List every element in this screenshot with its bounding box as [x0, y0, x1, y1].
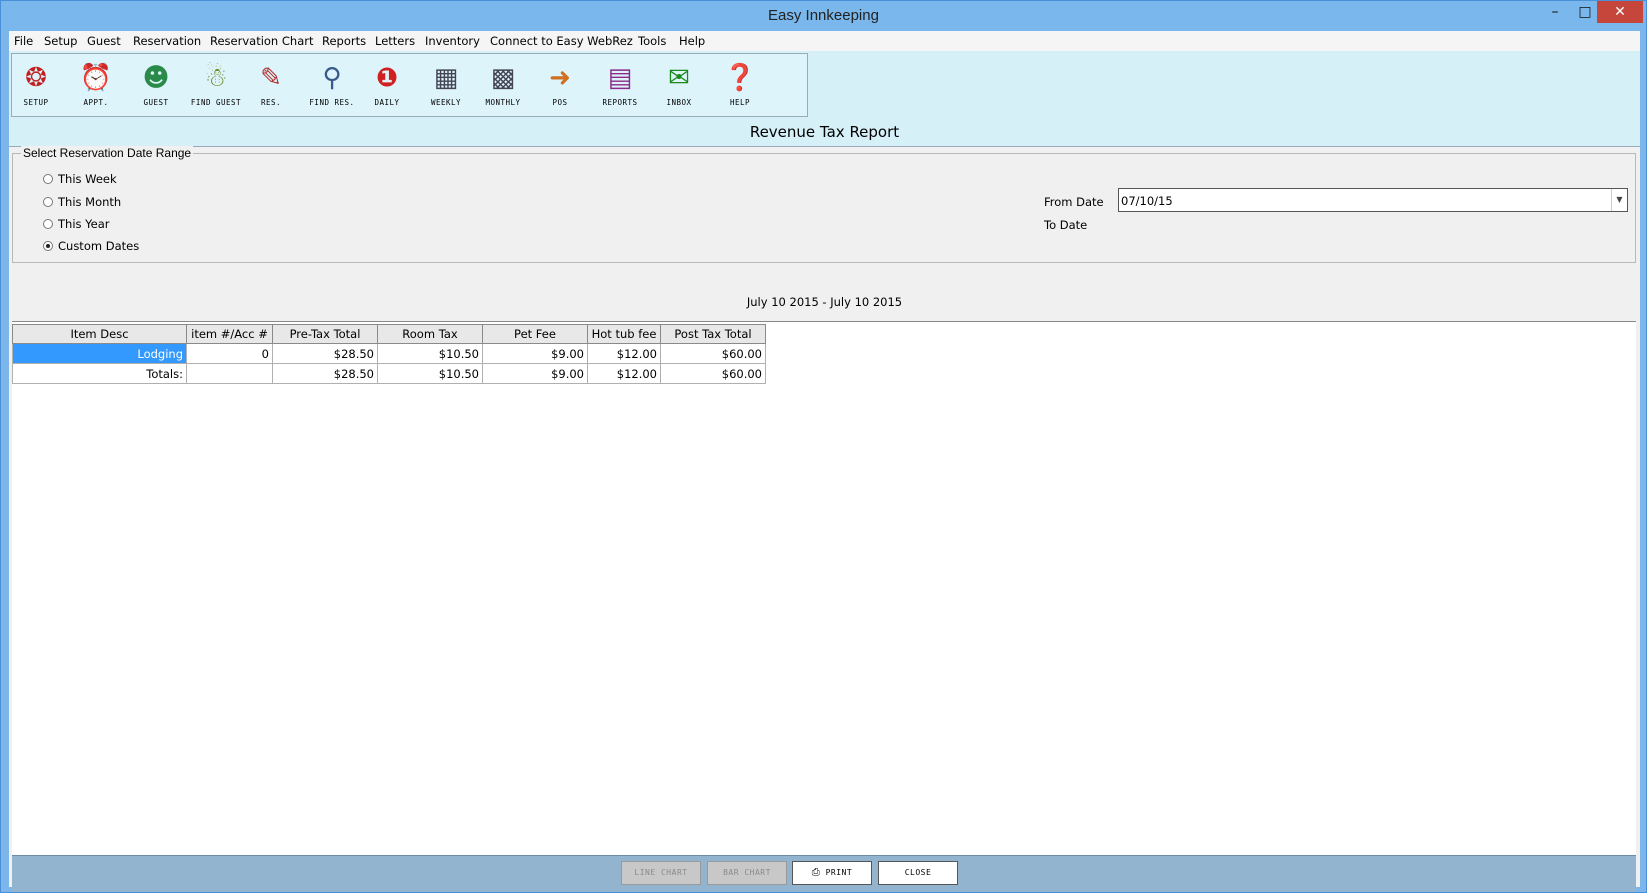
- guest-icon: ☻: [142, 63, 170, 93]
- table-cell[interactable]: $12.00: [587, 343, 661, 364]
- report-grid: Item Desc item #/Acc # Pre-Tax Total Roo…: [12, 321, 1636, 856]
- find-reservation-icon: ⚲: [322, 63, 342, 93]
- table-cell[interactable]: $10.50: [377, 343, 483, 364]
- reports-chart-icon: ▤: [607, 63, 633, 93]
- radio-indicator: [43, 174, 53, 184]
- column-header[interactable]: item #/Acc #: [186, 324, 273, 344]
- close-button[interactable]: CLOSE: [878, 861, 958, 885]
- close-window-icon[interactable]: ✕: [1597, 1, 1643, 23]
- client-area: File Setup Guest Reservation Reservation…: [9, 31, 1640, 892]
- guest-button[interactable]: ☻ GUEST: [126, 58, 186, 112]
- from-date-label: From Date: [1044, 195, 1104, 209]
- printer-icon: ⎙: [811, 867, 821, 878]
- window-title: Easy Innkeeping: [768, 7, 879, 24]
- revenue-tax-table: Item Desc item #/Acc # Pre-Tax Total Roo…: [12, 324, 766, 384]
- menu-letters[interactable]: Letters: [375, 34, 415, 48]
- date-range-text: July 10 2015 - July 10 2015: [746, 295, 903, 309]
- toolbar-buttons: ❂ SETUP ⏰ APPT. ☻ GUEST ☃ FIND GUEST ✎ R…: [11, 53, 808, 117]
- monthly-calendar-icon: ▩: [490, 63, 516, 93]
- table-row[interactable]: Lodging 0 $28.50 $10.50 $9.00 $12.00 $60…: [12, 343, 766, 364]
- pos-button[interactable]: ➜ POS: [530, 58, 590, 112]
- menu-bar: File Setup Guest Reservation Reservation…: [9, 31, 1640, 51]
- table-cell[interactable]: $28.50: [272, 363, 378, 384]
- maximize-icon[interactable]: □: [1571, 1, 1599, 23]
- pos-door-icon: ➜: [549, 63, 571, 93]
- find-guest-icon: ☃: [204, 63, 228, 93]
- table-cell[interactable]: Totals:: [12, 363, 187, 384]
- bar-chart-button[interactable]: BAR CHART: [707, 861, 787, 885]
- column-header[interactable]: Room Tax: [377, 324, 483, 344]
- print-button[interactable]: ⎙ PRINT: [792, 861, 872, 885]
- monthly-button[interactable]: ▩ MONTHLY: [473, 58, 533, 112]
- menu-help[interactable]: Help: [679, 34, 705, 48]
- radio-indicator: [43, 219, 53, 229]
- menu-tools[interactable]: Tools: [638, 34, 666, 48]
- table-cell[interactable]: $12.00: [587, 363, 661, 384]
- radio-custom-dates[interactable]: Custom Dates: [43, 239, 139, 253]
- find-guest-button[interactable]: ☃ FIND GUEST: [186, 58, 246, 112]
- email-inbox-icon: ✉: [668, 63, 690, 93]
- reservation-button[interactable]: ✎ RES.: [241, 58, 301, 112]
- table-cell[interactable]: $60.00: [660, 343, 766, 364]
- menu-guest[interactable]: Guest: [87, 34, 121, 48]
- app-window: Easy Innkeeping – □ ✕ File Setup Guest R…: [0, 0, 1647, 893]
- reports-button[interactable]: ▤ REPORTS: [590, 58, 650, 112]
- find-reservation-button[interactable]: ⚲ FIND RES.: [302, 58, 362, 112]
- weekly-calendar-icon: ▦: [433, 63, 459, 93]
- chevron-down-icon[interactable]: ▼: [1611, 189, 1627, 211]
- action-bar: LINE CHART BAR CHART ⎙ PRINT CLOSE: [12, 855, 1636, 892]
- table-cell[interactable]: $28.50: [272, 343, 378, 364]
- column-header[interactable]: Pre-Tax Total: [272, 324, 378, 344]
- table-cell[interactable]: Lodging: [12, 343, 187, 364]
- radio-this-week[interactable]: This Week: [43, 172, 117, 186]
- inbox-button[interactable]: ✉ INBOX: [649, 58, 709, 112]
- reservation-icon: ✎: [260, 63, 282, 93]
- help-button[interactable]: ❓ HELP: [710, 58, 770, 112]
- column-header[interactable]: Pet Fee: [482, 324, 588, 344]
- table-cell[interactable]: $60.00: [660, 363, 766, 384]
- report-title: Revenue Tax Report: [749, 123, 900, 141]
- daily-button[interactable]: ❶ DAILY: [357, 58, 417, 112]
- title-bar: Easy Innkeeping – □ ✕: [1, 1, 1646, 31]
- print-label: PRINT: [825, 868, 853, 877]
- daily-calendar-icon: ❶: [375, 63, 398, 93]
- table-cell[interactable]: 0: [186, 343, 273, 364]
- menu-reports[interactable]: Reports: [322, 34, 366, 48]
- table-cell[interactable]: $10.50: [377, 363, 483, 384]
- table-header-row: Item Desc item #/Acc # Pre-Tax Total Roo…: [12, 324, 766, 344]
- alarm-clock-icon: ⏰: [79, 63, 113, 93]
- table-totals-row[interactable]: Totals: $28.50 $10.50 $9.00 $12.00 $60.0…: [12, 363, 766, 384]
- from-date-value: 07/10/15: [1121, 194, 1173, 208]
- setup-icon: ❂: [25, 63, 47, 93]
- appointment-button[interactable]: ⏰ APPT.: [66, 58, 126, 112]
- table-cell[interactable]: $9.00: [482, 363, 588, 384]
- radio-this-year[interactable]: This Year: [43, 217, 110, 231]
- line-chart-button[interactable]: LINE CHART: [621, 861, 701, 885]
- radio-this-month[interactable]: This Month: [43, 195, 121, 209]
- menu-connect-webrez[interactable]: Connect to Easy WebRez: [490, 34, 633, 48]
- menu-reservation-chart[interactable]: Reservation Chart: [210, 34, 313, 48]
- column-header[interactable]: Post Tax Total: [660, 324, 766, 344]
- column-header[interactable]: Hot tub fee: [587, 324, 661, 344]
- weekly-button[interactable]: ▦ WEEKLY: [416, 58, 476, 112]
- from-date-field[interactable]: 07/10/15 ▼: [1118, 188, 1628, 212]
- table-cell[interactable]: [186, 363, 273, 384]
- menu-file[interactable]: File: [14, 34, 33, 48]
- date-range-legend: Select Reservation Date Range: [21, 146, 194, 160]
- column-header[interactable]: Item Desc: [12, 324, 187, 344]
- table-cell[interactable]: $9.00: [482, 343, 588, 364]
- help-icon: ❓: [723, 63, 757, 93]
- menu-reservation[interactable]: Reservation: [133, 34, 201, 48]
- setup-button[interactable]: ❂ SETUP: [6, 58, 66, 112]
- radio-indicator: [43, 197, 53, 207]
- menu-setup[interactable]: Setup: [44, 34, 77, 48]
- minimize-icon[interactable]: –: [1541, 1, 1569, 23]
- radio-indicator-selected: [43, 241, 53, 251]
- menu-inventory[interactable]: Inventory: [425, 34, 480, 48]
- to-date-label: To Date: [1044, 218, 1088, 232]
